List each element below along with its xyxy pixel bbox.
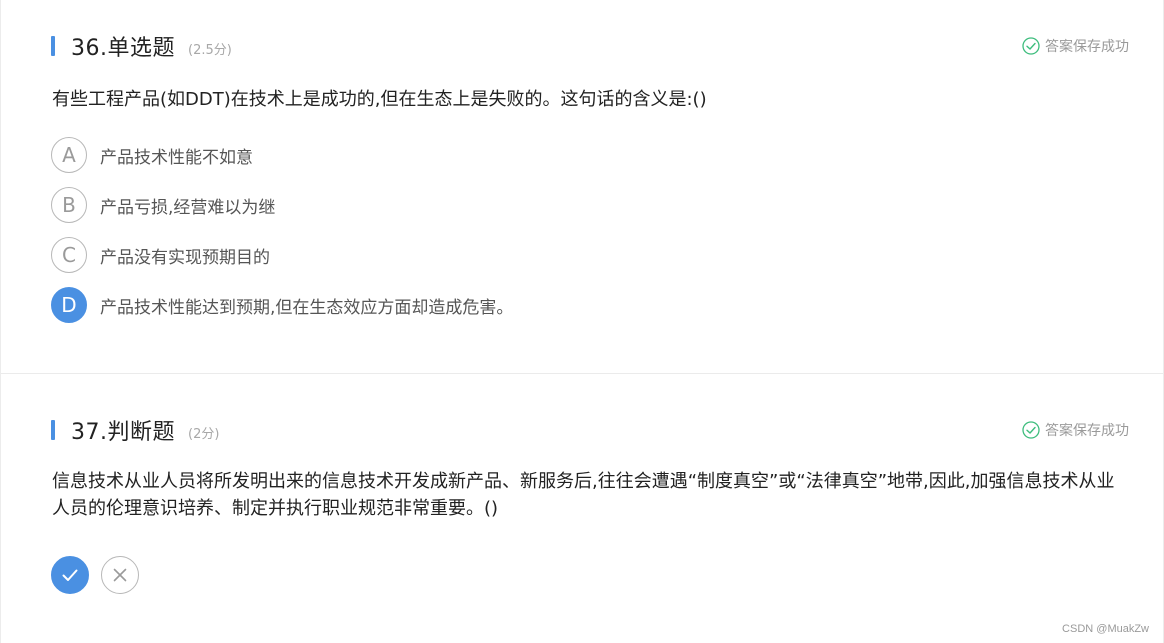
question-score: (2分) xyxy=(188,427,220,442)
question-stem: 信息技术从业人员将所发明出来的信息技术开发成新产品、新服务后,往往会遭遇“制度真… xyxy=(52,471,1115,519)
option-d[interactable]: D 产品技术性能达到预期,但在生态效应方面却造成危害。 xyxy=(51,285,513,325)
save-status: 答案保存成功 xyxy=(1022,36,1129,56)
option-c-letter[interactable]: C xyxy=(51,237,87,273)
check-circle-icon xyxy=(1022,37,1040,55)
option-b-text[interactable]: 产品亏损,经营难以为继 xyxy=(100,193,275,218)
option-d-text[interactable]: 产品技术性能达到预期,但在生态效应方面却造成危害。 xyxy=(100,293,513,318)
question-36: 36.单选题 (2.5分) 答案保存成功 有些工程产品(如DDT)在技术上是成功… xyxy=(1,0,1163,373)
watermark: CSDN @MuakZw xyxy=(1062,623,1149,635)
save-status: 答案保存成功 xyxy=(1022,420,1129,440)
save-status-text: 答案保存成功 xyxy=(1045,39,1129,55)
title-accent-bar xyxy=(51,36,55,56)
check-icon xyxy=(62,569,78,581)
question-score: (2.5分) xyxy=(188,43,232,58)
option-c[interactable]: C 产品没有实现预期目的 xyxy=(51,235,270,275)
check-circle-icon xyxy=(1022,421,1040,439)
false-button[interactable] xyxy=(101,556,139,594)
question-stem: 有些工程产品(如DDT)在技术上是成功的,但在生态上是失败的。这句话的含义是:(… xyxy=(52,89,707,110)
option-b-letter[interactable]: B xyxy=(51,187,87,223)
question-title: 36.单选题 xyxy=(71,36,175,61)
option-a[interactable]: A 产品技术性能不如意 xyxy=(51,135,253,175)
option-b[interactable]: B 产品亏损,经营难以为继 xyxy=(51,185,275,225)
option-c-text[interactable]: 产品没有实现预期目的 xyxy=(100,243,270,268)
save-status-text: 答案保存成功 xyxy=(1045,423,1129,439)
option-d-letter[interactable]: D xyxy=(51,287,87,323)
cross-icon xyxy=(113,568,127,582)
title-accent-bar xyxy=(51,420,55,440)
question-header: 37.判断题 (2分) xyxy=(51,417,220,445)
question-title: 37.判断题 xyxy=(71,420,175,445)
true-button[interactable] xyxy=(51,556,89,594)
exam-page: 36.单选题 (2.5分) 答案保存成功 有些工程产品(如DDT)在技术上是成功… xyxy=(0,0,1164,643)
true-false-options xyxy=(51,556,151,594)
question-header: 36.单选题 (2.5分) xyxy=(51,33,232,61)
question-37: 37.判断题 (2分) 答案保存成功 信息技术从业人员将所发明出来的信息技术开发… xyxy=(1,374,1163,643)
option-a-text[interactable]: 产品技术性能不如意 xyxy=(100,143,253,168)
option-a-letter[interactable]: A xyxy=(51,137,87,173)
